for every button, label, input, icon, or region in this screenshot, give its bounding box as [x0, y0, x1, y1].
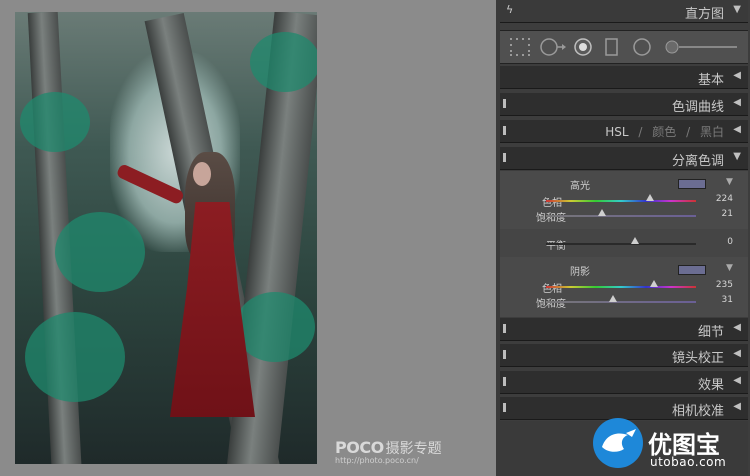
balance-row: 平衡 0 — [500, 229, 748, 257]
collapse-triangle-icon[interactable]: ▼ — [733, 4, 741, 15]
develop-panel: ϟ 直方图 ▼ 基本 ◀ 色调曲线 ◀ HSL / 颜色 / 黑白 ◀ 分离色调… — [500, 0, 750, 476]
detail-title: 细节 — [697, 325, 724, 340]
graduated-filter-icon[interactable] — [605, 38, 619, 56]
brush-slider-icon[interactable] — [665, 38, 740, 56]
shadows-saturation-slider[interactable] — [546, 295, 696, 303]
crop-circle-tool-icon[interactable] — [540, 38, 566, 56]
expand-triangle-icon[interactable]: ◀ — [733, 348, 741, 359]
woman-face — [193, 162, 211, 186]
effects-header[interactable]: 效果 ◀ — [500, 371, 748, 394]
panel-toggle-icon[interactable] — [503, 126, 506, 135]
tab-separator: / — [638, 125, 643, 139]
slider-thumb[interactable] — [598, 209, 606, 216]
panel-toggle-icon[interactable] — [503, 153, 506, 162]
basic-header[interactable]: 基本 ◀ — [500, 66, 748, 89]
slider-thumb[interactable] — [631, 237, 639, 244]
slider-thumb[interactable] — [609, 295, 617, 302]
foliage — [55, 212, 145, 292]
expand-triangle-icon[interactable]: ◀ — [733, 124, 741, 135]
expand-triangle-icon[interactable]: ◀ — [733, 97, 741, 108]
utobao-logo-icon — [593, 418, 643, 468]
lens-correction-title: 镜头校正 — [671, 351, 724, 366]
shadows-hue-slider[interactable] — [546, 280, 696, 288]
shadows-hue-value[interactable]: 235 — [716, 280, 733, 290]
watermark-brand: POCO — [335, 438, 384, 457]
shadows-color-swatch[interactable] — [678, 265, 706, 275]
detail-header[interactable]: 细节 ◀ — [500, 318, 748, 341]
highlights-label: 高光 — [570, 181, 590, 192]
highlights-hue-value[interactable]: 224 — [716, 194, 733, 204]
watermark-sub: 摄影专题 — [385, 441, 442, 457]
spot-removal-icon[interactable] — [573, 38, 593, 56]
grid-tool-icon[interactable] — [510, 38, 530, 56]
balance-slider[interactable] — [546, 237, 696, 245]
collapse-triangle-icon[interactable]: ▼ — [733, 151, 741, 162]
panel-toggle-icon[interactable] — [503, 403, 506, 412]
histogram-title: 直方图 — [684, 7, 724, 22]
foliage — [20, 92, 90, 152]
tab-color[interactable]: 颜色 — [652, 125, 676, 139]
tab-separator: / — [686, 125, 691, 139]
tab-bw[interactable]: 黑白 — [700, 125, 724, 139]
panel-toggle-icon[interactable] — [503, 377, 506, 386]
image-canvas: POCO 摄影专题 http://photo.poco.cn/ — [0, 0, 496, 476]
slider-thumb[interactable] — [650, 280, 658, 287]
tool-strip — [500, 30, 748, 64]
tab-hsl[interactable]: HSL — [605, 125, 628, 139]
balance-value[interactable]: 0 — [727, 237, 733, 247]
tone-curve-header[interactable]: 色调曲线 ◀ — [500, 93, 748, 116]
expand-triangle-icon[interactable]: ◀ — [733, 70, 741, 81]
split-toning-title: 分离色调 — [671, 154, 724, 169]
lightning-icon[interactable]: ϟ — [506, 3, 513, 16]
panel-toggle-icon[interactable] — [503, 324, 506, 333]
shadows-label: 阴影 — [570, 267, 590, 278]
radial-filter-icon[interactable] — [632, 38, 652, 56]
hsl-header[interactable]: HSL / 颜色 / 黑白 ◀ — [500, 120, 748, 143]
expand-triangle-icon[interactable]: ◀ — [733, 375, 741, 386]
effects-title: 效果 — [697, 378, 724, 393]
slider-thumb[interactable] — [646, 194, 654, 201]
highlights-saturation-slider[interactable] — [546, 209, 696, 217]
shadows-saturation-value[interactable]: 31 — [722, 295, 733, 305]
panel-toggle-icon[interactable] — [503, 99, 506, 108]
expand-triangle-icon[interactable]: ◀ — [733, 322, 741, 333]
tone-curve-title: 色调曲线 — [671, 100, 724, 115]
utobao-logo-url: utobao.com — [650, 455, 727, 469]
camera-calibration-title: 相机校准 — [671, 404, 724, 419]
highlights-hue-slider[interactable] — [546, 194, 696, 202]
basic-title: 基本 — [697, 73, 724, 88]
expand-triangle-icon[interactable]: ◀ — [733, 401, 741, 412]
highlights-saturation-value[interactable]: 21 — [722, 209, 733, 219]
panel-toggle-icon[interactable] — [503, 350, 506, 359]
swatch-menu-icon[interactable]: ▼ — [726, 177, 733, 187]
split-toning-header[interactable]: 分离色调 ▼ — [500, 147, 748, 170]
poco-watermark: POCO 摄影专题 http://photo.poco.cn/ — [335, 438, 442, 465]
lens-correction-header[interactable]: 镜头校正 ◀ — [500, 344, 748, 367]
hsl-tabs: HSL / 颜色 / 黑白 — [605, 123, 724, 140]
histogram-header[interactable]: ϟ 直方图 ▼ — [500, 0, 748, 23]
split-toning-body: 高光 ▼ 色相 224 饱和度 21 平衡 0 阴影 ▼ 色相 235 饱和度 — [500, 171, 748, 317]
foliage — [235, 292, 315, 362]
foliage — [250, 32, 317, 92]
highlights-color-swatch[interactable] — [678, 179, 706, 189]
photo-preview[interactable] — [15, 12, 317, 464]
foliage — [25, 312, 125, 402]
swatch-menu-icon[interactable]: ▼ — [726, 263, 733, 273]
